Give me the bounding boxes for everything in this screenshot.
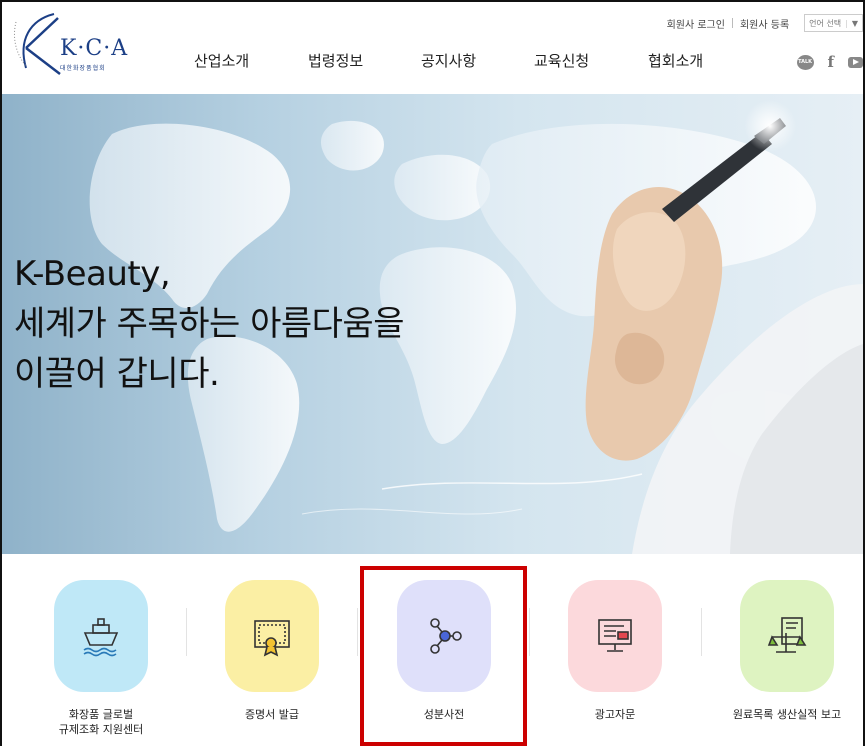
- nav-item-notice[interactable]: 공지사항: [421, 50, 476, 71]
- service-divider: [357, 608, 358, 656]
- service-label-line-1: 원료목록 생산실적 보고: [732, 708, 842, 721]
- service-quicklinks: 화장품 글로벌 규제조화 지원센터 증명서 발급 성분사전 광고자문 원료목록 …: [2, 554, 863, 746]
- site-header: K·C·A 대한화장품협회 회원사 로그인 회원사 등록 언어 선택 | ▼ 산…: [2, 2, 863, 94]
- hero-headline: K-Beauty, 세계가 주목하는 아름다움을 이끌어 갑니다.: [14, 249, 404, 399]
- monitor-icon: [598, 619, 632, 652]
- social-links: TALK f: [796, 54, 863, 70]
- hero-banner: K-Beauty, 세계가 주목하는 아름다움을 이끌어 갑니다.: [2, 94, 863, 554]
- chevron-down-icon: ▼: [851, 18, 858, 28]
- service-label: 증명서 발급: [202, 707, 342, 722]
- service-global-regulation[interactable]: 화장품 글로벌 규제조화 지원센터: [31, 580, 171, 737]
- member-login-link[interactable]: 회원사 로그인: [660, 16, 732, 31]
- service-certificate[interactable]: 증명서 발급: [202, 580, 342, 722]
- language-select[interactable]: 언어 선택 | ▼: [804, 14, 863, 32]
- utility-bar: 회원사 로그인 회원사 등록 언어 선택 | ▼: [660, 14, 863, 32]
- nav-item-industry[interactable]: 산업소개: [194, 50, 249, 71]
- certificate-icon: [254, 620, 290, 657]
- hero-line-3: 이끌어 갑니다.: [14, 354, 220, 394]
- service-divider: [186, 608, 187, 656]
- ship-icon: [83, 618, 119, 657]
- service-label: 광고자문: [545, 707, 685, 722]
- service-label-line-1: 화장품 글로벌: [68, 708, 134, 721]
- language-select-divider: |: [845, 18, 848, 28]
- service-tile: [568, 580, 662, 692]
- youtube-icon[interactable]: [848, 56, 863, 68]
- nav-item-law[interactable]: 법령정보: [308, 50, 363, 71]
- nav-item-association[interactable]: 협회소개: [648, 50, 703, 71]
- selection-highlight-box: [360, 566, 527, 746]
- service-tile: [740, 580, 834, 692]
- service-label: 원료목록 생산실적 보고: [717, 707, 857, 722]
- kakao-talk-icon[interactable]: TALK: [796, 54, 814, 70]
- service-label: 화장품 글로벌 규제조화 지원센터: [31, 707, 171, 737]
- member-register-link[interactable]: 회원사 등록: [733, 16, 796, 31]
- service-material-report[interactable]: 원료목록 생산실적 보고: [717, 580, 857, 722]
- service-ad-consulting[interactable]: 광고자문: [545, 580, 685, 722]
- hero-line-2: 세계가 주목하는 아름다움을: [14, 304, 404, 344]
- service-tile: [54, 580, 148, 692]
- hero-line-1: K-Beauty,: [14, 254, 171, 294]
- service-divider: [529, 608, 530, 656]
- language-select-label: 언어 선택: [809, 18, 842, 28]
- nav-item-education[interactable]: 교육신청: [534, 50, 589, 71]
- service-label-line-1: 광고자문: [594, 708, 636, 721]
- service-tile: [225, 580, 319, 692]
- service-divider: [701, 608, 702, 656]
- service-label-line-2: 규제조화 지원센터: [58, 723, 144, 736]
- book-scale-icon: [767, 617, 807, 653]
- facebook-icon[interactable]: f: [828, 54, 834, 70]
- main-nav: 산업소개 법령정보 공지사항 교육신청 협회소개: [2, 50, 863, 74]
- service-label-line-1: 증명서 발급: [244, 708, 300, 721]
